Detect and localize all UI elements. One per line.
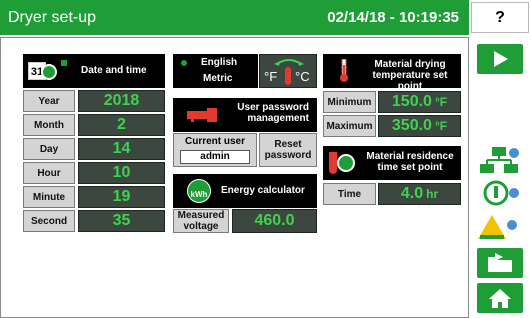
energy-header: kWh Energy calculator <box>173 174 317 208</box>
swap-arrow-icon <box>274 59 304 66</box>
time-number: 4.0 <box>400 185 424 202</box>
io-gauge-wrench-icon <box>483 180 519 206</box>
current-user-box: Current user admin <box>173 133 257 167</box>
maximum-number: 350.0 <box>391 117 432 134</box>
main-panel: 31 Date and time Year 2018 Month 2 Day 1… <box>0 37 469 318</box>
measured-voltage-value[interactable]: 460.0 <box>232 209 317 233</box>
thermometer-icon <box>285 67 291 85</box>
alarm-settings-button[interactable] <box>477 212 523 242</box>
next-button[interactable] <box>477 44 523 74</box>
help-button[interactable]: ? <box>471 2 529 33</box>
transfer-button[interactable] <box>477 248 523 278</box>
password-header: User password management <box>173 98 317 132</box>
current-user-field: admin <box>180 150 250 164</box>
key-icon <box>187 108 217 122</box>
energy-title: Energy calculator <box>221 185 305 196</box>
maximum-value[interactable]: 350.0 °F <box>378 115 461 137</box>
maximum-label: Maximum <box>323 115 376 137</box>
folder-transfer-icon <box>488 253 512 272</box>
units-selector[interactable]: English Metric <box>173 54 258 88</box>
status-led-icon <box>61 60 67 66</box>
page-title: Dryer set-up <box>8 8 97 26</box>
month-label: Month <box>23 114 75 136</box>
celsius-label: °C <box>295 69 310 84</box>
io-settings-button[interactable] <box>477 178 523 208</box>
thermometer-red-icon <box>340 59 348 82</box>
timer-icon <box>337 154 355 172</box>
time-unit: hr <box>426 187 439 201</box>
password-title: User password management <box>237 102 309 124</box>
warning-wrench-icon <box>478 215 517 239</box>
right-rail <box>469 37 531 318</box>
fahrenheit-label: °F <box>264 69 278 84</box>
home-icon <box>489 289 511 308</box>
time-label: Time <box>323 183 376 205</box>
metric-option[interactable]: Metric <box>203 73 232 84</box>
maximum-unit: °F <box>434 119 448 133</box>
date-time-title: Date and time <box>81 65 147 76</box>
reset-password-button[interactable]: Reset password <box>259 133 317 167</box>
energy-meter-icon: kWh <box>187 179 211 203</box>
english-indicator-icon <box>181 60 187 66</box>
date-time-header: 31 Date and time <box>23 54 165 88</box>
year-label: Year <box>23 90 75 112</box>
residence-header: Material residence time set point <box>323 146 461 180</box>
second-label: Second <box>23 210 75 232</box>
current-user-label: Current user <box>184 136 245 147</box>
residence-title: Material residence time set point <box>366 151 454 173</box>
unit-toggle-button[interactable]: °F °C <box>259 54 317 88</box>
hopper-icon <box>329 152 337 174</box>
time-value[interactable]: 4.0 hr <box>378 183 461 205</box>
title-bar: Dryer set-up 02/14/18 - 10:19:35 <box>0 0 469 35</box>
minimum-unit: °F <box>434 95 448 109</box>
day-value[interactable]: 14 <box>78 138 165 160</box>
day-label: Day <box>23 138 75 160</box>
english-option[interactable]: English <box>201 57 237 68</box>
hour-value[interactable]: 10 <box>78 162 165 184</box>
arrow-right-icon <box>494 51 508 67</box>
minute-value[interactable]: 19 <box>78 186 165 208</box>
clock-icon <box>41 64 57 80</box>
datetime-display: 02/14/18 - 10:19:35 <box>327 9 459 26</box>
year-value[interactable]: 2018 <box>78 90 165 112</box>
drying-temp-header: Material drying temperature set point <box>323 54 461 92</box>
minimum-value[interactable]: 150.0 °F <box>378 91 461 113</box>
minute-label: Minute <box>23 186 75 208</box>
minimum-label: Minimum <box>323 91 376 113</box>
measured-voltage-label: Measured voltage <box>173 209 229 233</box>
network-settings-button[interactable] <box>477 145 523 175</box>
hour-label: Hour <box>23 162 75 184</box>
minimum-number: 150.0 <box>391 93 432 110</box>
month-value[interactable]: 2 <box>78 114 165 136</box>
network-wrench-icon <box>480 147 519 173</box>
drying-temp-title: Material drying temperature set point <box>372 59 448 92</box>
home-button[interactable] <box>477 283 523 313</box>
second-value[interactable]: 35 <box>78 210 165 232</box>
